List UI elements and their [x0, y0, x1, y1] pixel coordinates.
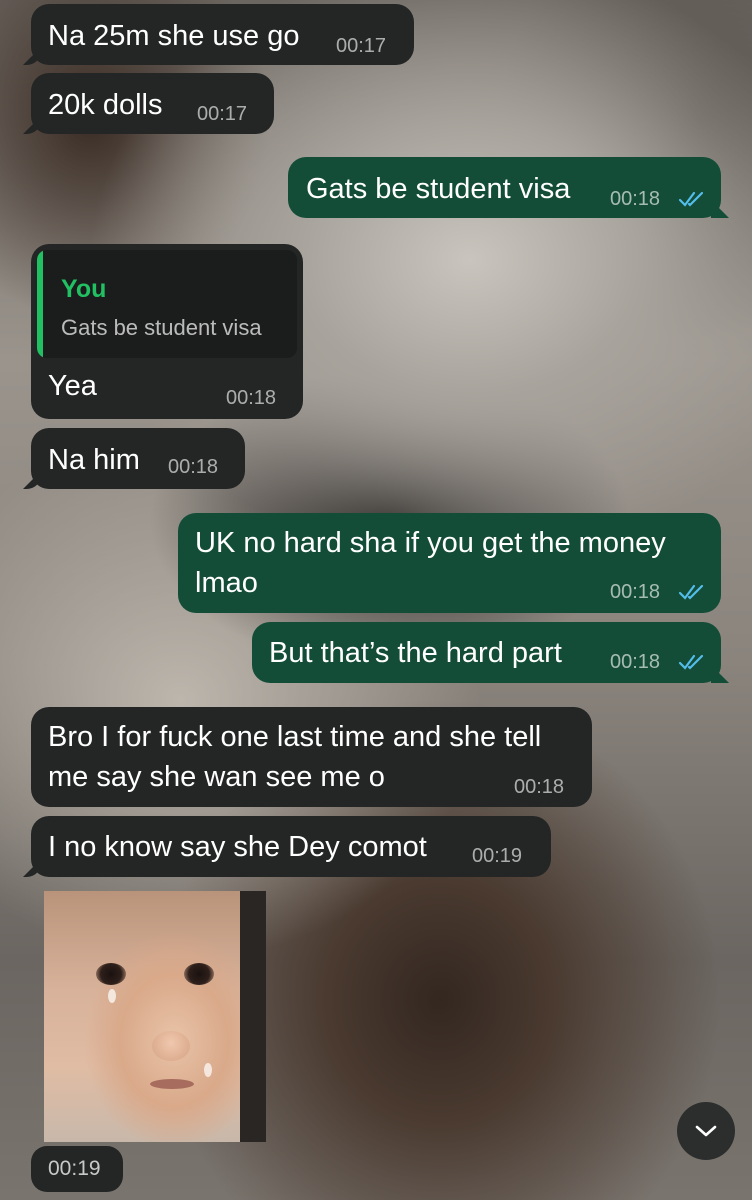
- message-bubble-incoming[interactable]: Na him 00:18: [31, 428, 245, 489]
- message-bubble-incoming[interactable]: 20k dolls 00:17: [31, 73, 274, 134]
- sticker-eye-right: [184, 963, 214, 985]
- message-text: But that’s the hard part: [269, 637, 562, 669]
- message-time: 00:17: [336, 35, 387, 57]
- quoted-sender: You: [61, 275, 107, 303]
- message-time: 00:18: [610, 188, 661, 210]
- read-receipt-icon: [678, 191, 704, 207]
- message-bubble-outgoing[interactable]: UK no hard sha if you get the money lmao…: [178, 513, 721, 613]
- message-bubble-incoming[interactable]: Na 25m she use go 00:17: [31, 4, 414, 65]
- message-time: 00:17: [197, 103, 248, 125]
- quoted-text: Gats be student visa: [61, 315, 262, 340]
- crying-baby-sticker[interactable]: [44, 891, 266, 1142]
- message-text: Gats be student visa: [306, 173, 571, 205]
- message-bubble-incoming[interactable]: Bro I for fuck one last time and she tel…: [31, 707, 592, 807]
- sticker-border: [240, 891, 266, 1142]
- message-time: 00:18: [610, 581, 661, 603]
- read-receipt-icon: [678, 654, 704, 670]
- quoted-message[interactable]: You Gats be student visa: [37, 250, 297, 358]
- message-bubble-incoming[interactable]: I no know say she Dey comot 00:19: [31, 816, 551, 877]
- message-text: Yea: [48, 370, 97, 402]
- message-text: 20k dolls: [48, 89, 163, 121]
- scroll-to-bottom-button[interactable]: [677, 1102, 735, 1160]
- sticker-nose: [152, 1031, 190, 1061]
- message-time: 00:18: [168, 456, 219, 478]
- sticker-tear: [204, 1063, 212, 1077]
- chevron-down-icon: [695, 1125, 717, 1137]
- message-time: 00:18: [514, 776, 565, 798]
- message-bubble-outgoing[interactable]: Gats be student visa 00:18: [288, 157, 721, 218]
- message-time: 00:18: [610, 651, 661, 673]
- message-text: Na 25m she use go: [48, 20, 300, 52]
- message-text: Na him: [48, 444, 140, 476]
- message-text-line: Bro I for fuck one last time and she tel…: [48, 721, 542, 753]
- quote-accent-bar: [37, 250, 43, 358]
- message-bubble-outgoing[interactable]: But that’s the hard part 00:18: [252, 622, 721, 683]
- message-time: 00:18: [226, 387, 277, 409]
- message-bubble-incoming-reply[interactable]: You Gats be student visa Yea 00:18: [31, 244, 303, 419]
- message-text: I no know say she Dey comot: [48, 831, 427, 863]
- message-text-line: me say she wan see me o: [48, 761, 385, 793]
- message-text-line: lmao: [195, 567, 258, 599]
- sticker-eye-left: [96, 963, 126, 985]
- read-receipt-icon: [678, 584, 704, 600]
- image-time-badge: 00:19: [31, 1146, 123, 1192]
- message-time: 00:19: [472, 845, 523, 867]
- sticker-mouth: [150, 1079, 194, 1089]
- sticker-tear: [108, 989, 116, 1003]
- message-time: 00:19: [48, 1157, 101, 1180]
- message-text-line: UK no hard sha if you get the money: [195, 527, 666, 559]
